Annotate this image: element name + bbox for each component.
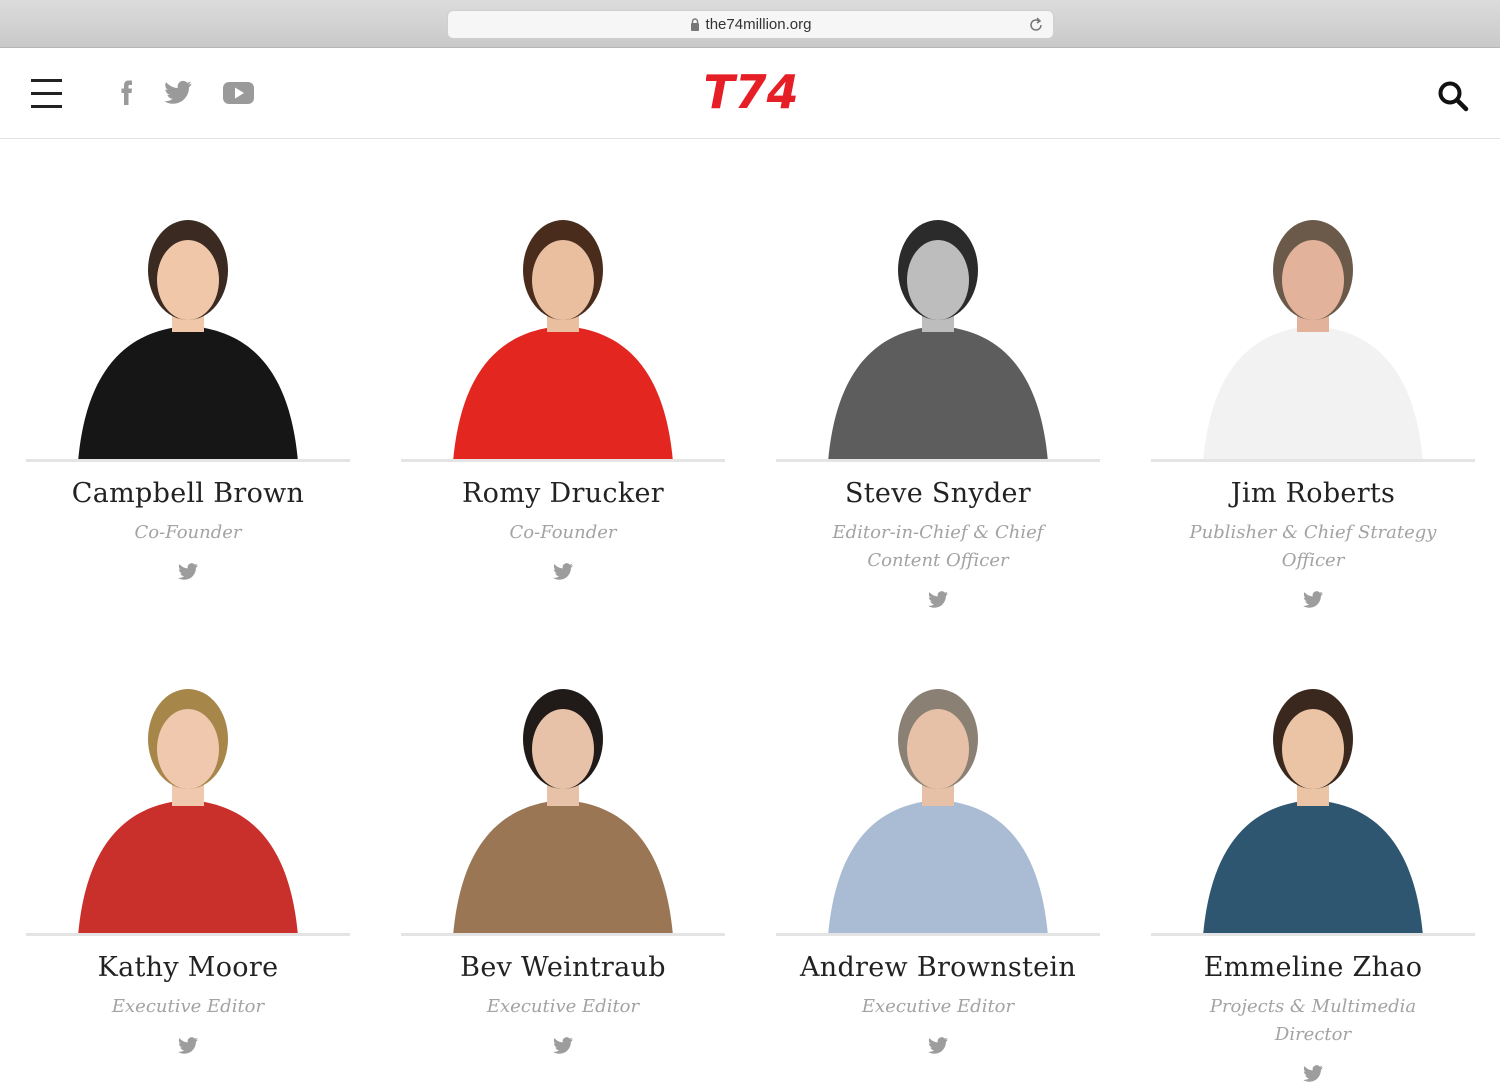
browser-toolbar: the74million.org <box>0 0 1500 48</box>
facebook-icon[interactable] <box>118 78 136 108</box>
twitter-icon[interactable] <box>163 78 193 108</box>
team-member-card: Jim Roberts Publisher & Chief Strategy Of… <box>1151 140 1475 614</box>
member-photo[interactable] <box>401 614 725 936</box>
twitter-icon[interactable] <box>177 1037 199 1055</box>
team-member-card: Emmeline Zhao Projects & Multimedia Direc… <box>1151 614 1475 1088</box>
member-role: Editor-in-Chief & Chief Content Officer <box>832 522 1044 571</box>
member-photo[interactable] <box>401 140 725 462</box>
member-photo[interactable] <box>776 614 1100 936</box>
menu-bar <box>31 79 62 82</box>
youtube-icon[interactable] <box>222 78 255 108</box>
member-name[interactable]: Andrew Brownstein <box>776 952 1100 983</box>
twitter-icon[interactable] <box>927 1037 949 1055</box>
lock-icon <box>690 18 699 31</box>
member-name[interactable]: Emmeline Zhao <box>1151 952 1475 983</box>
site-header: T74 <box>0 48 1500 139</box>
reload-icon[interactable] <box>1027 16 1045 34</box>
twitter-icon[interactable] <box>552 563 574 581</box>
member-name[interactable]: Campbell Brown <box>26 478 350 509</box>
logo-text: T74 <box>706 65 796 119</box>
twitter-icon[interactable] <box>177 563 199 581</box>
member-name[interactable]: Jim Roberts <box>1151 478 1475 509</box>
member-name[interactable]: Kathy Moore <box>26 952 350 983</box>
team-member-card: Steve Snyder Editor-in-Chief & Chief Cont… <box>776 140 1100 614</box>
twitter-icon[interactable] <box>927 591 949 609</box>
member-role: Projects & Multimedia Director <box>1209 996 1417 1045</box>
member-role: Co-Founder <box>134 522 242 543</box>
member-role: Executive Editor <box>486 996 640 1017</box>
member-photo[interactable] <box>26 140 350 462</box>
member-name[interactable]: Steve Snyder <box>776 478 1100 509</box>
menu-bar <box>31 105 62 108</box>
member-photo[interactable] <box>776 140 1100 462</box>
member-photo[interactable] <box>1151 140 1475 462</box>
member-role: Co-Founder <box>509 522 617 543</box>
member-name[interactable]: Bev Weintraub <box>401 952 725 983</box>
t74-logo[interactable]: T74 <box>706 64 796 124</box>
search-icon[interactable] <box>1436 79 1470 113</box>
member-role: Executive Editor <box>861 996 1015 1017</box>
menu-button[interactable] <box>31 79 63 111</box>
twitter-icon[interactable] <box>552 1037 574 1055</box>
team-member-card: Romy Drucker Co-Founder <box>401 140 725 586</box>
twitter-icon[interactable] <box>1302 1065 1324 1083</box>
menu-bar <box>31 92 62 95</box>
member-name[interactable]: Romy Drucker <box>401 478 725 509</box>
member-photo[interactable] <box>1151 614 1475 936</box>
member-role: Executive Editor <box>111 996 265 1017</box>
address-bar[interactable]: the74million.org <box>447 10 1054 39</box>
team-member-card: Andrew Brownstein Executive Editor <box>776 614 1100 1060</box>
team-member-card: Bev Weintraub Executive Editor <box>401 614 725 1060</box>
member-role: Publisher & Chief Strategy Officer <box>1189 522 1437 571</box>
member-photo[interactable] <box>26 614 350 936</box>
url-text: the74million.org <box>705 16 812 33</box>
twitter-icon[interactable] <box>1302 591 1324 609</box>
team-member-card: Kathy Moore Executive Editor <box>26 614 350 1060</box>
team-member-card: Campbell Brown Co-Founder <box>26 140 350 586</box>
